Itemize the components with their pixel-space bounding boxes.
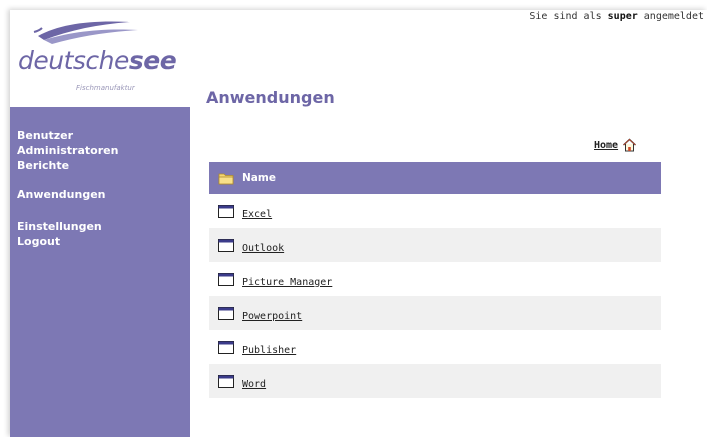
window-icon (217, 340, 234, 354)
table-row: Outlook (209, 228, 661, 262)
logo-tagline: Fischmanufaktur (76, 84, 135, 92)
sidebar-item-anwendungen[interactable]: Anwendungen (17, 187, 118, 202)
table-header-icon-cell (209, 162, 242, 194)
logo-wave-icon (33, 21, 138, 44)
row-name-cell: Word (242, 364, 661, 398)
sidebar-nav: Benutzer Administratoren Berichte Anwend… (17, 128, 118, 249)
sidebar-item-einstellungen[interactable]: Einstellungen (17, 219, 118, 234)
row-name-cell: Outlook (242, 228, 661, 262)
app-link-word[interactable]: Word (242, 379, 266, 390)
logo: deutschesee Fischmanufaktur (10, 10, 190, 107)
row-icon-cell (209, 296, 242, 330)
table-header-name[interactable]: Name (242, 162, 661, 194)
table-row: Word (209, 364, 661, 398)
page-title: Anwendungen (206, 88, 335, 107)
table-row: Powerpoint (209, 296, 661, 330)
app-link-powerpoint[interactable]: Powerpoint (242, 311, 302, 322)
row-icon-cell (209, 330, 242, 364)
sidebar-item-berichte[interactable]: Berichte (17, 158, 118, 173)
app-link-outlook[interactable]: Outlook (242, 243, 284, 254)
app-link-excel[interactable]: Excel (242, 209, 272, 220)
login-suffix: angemeldet (637, 11, 704, 22)
house-icon[interactable] (622, 138, 637, 152)
row-name-cell: Excel (242, 194, 661, 228)
app-link-publisher[interactable]: Publisher (242, 345, 296, 356)
applications-table: Name Excel Outlook Picture Manager Power… (209, 162, 661, 398)
sidebar-item-administratoren[interactable]: Administratoren (17, 143, 118, 158)
window-icon (217, 272, 234, 286)
login-prefix: Sie sind als (529, 11, 608, 22)
row-icon-cell (209, 262, 242, 296)
login-status: Sie sind als super angemeldet (529, 11, 704, 22)
sidebar-item-benutzer[interactable]: Benutzer (17, 128, 118, 143)
logo-wordmark-bold: see (128, 46, 177, 75)
sidebar-item-logout[interactable]: Logout (17, 234, 118, 249)
logo-wordmark: deutschesee (18, 46, 177, 75)
row-icon-cell (209, 228, 242, 262)
row-icon-cell (209, 194, 242, 228)
window-icon (217, 374, 234, 388)
table-row: Excel (209, 194, 661, 228)
login-user: super (607, 11, 638, 22)
table-header-row: Name (209, 162, 661, 194)
sidebar: Benutzer Administratoren Berichte Anwend… (10, 107, 190, 437)
home-link[interactable]: Home (594, 140, 618, 151)
row-name-cell: Picture Manager (242, 262, 661, 296)
window-icon (217, 238, 234, 252)
window-icon (217, 306, 234, 320)
table-row: Picture Manager (209, 262, 661, 296)
table-row: Publisher (209, 330, 661, 364)
row-name-cell: Publisher (242, 330, 661, 364)
row-icon-cell (209, 364, 242, 398)
row-name-cell: Powerpoint (242, 296, 661, 330)
app-link-picture-manager[interactable]: Picture Manager (242, 277, 332, 288)
logo-wordmark-light: deutsche (18, 46, 129, 75)
window-icon (217, 204, 234, 218)
breadcrumb: Home (594, 138, 637, 152)
folder-icon (218, 173, 233, 184)
